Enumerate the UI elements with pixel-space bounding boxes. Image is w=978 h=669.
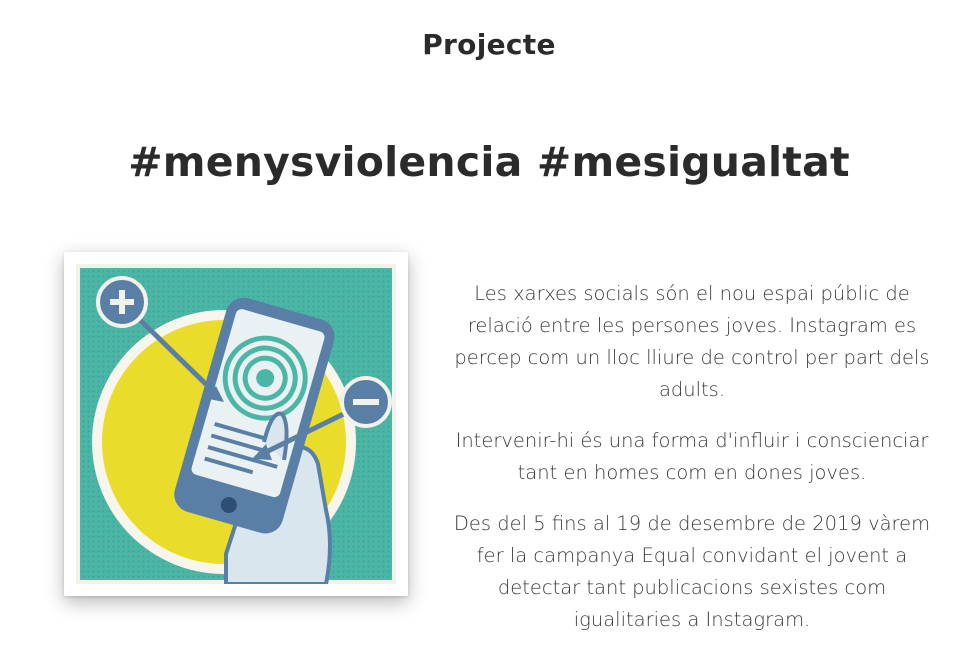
phone-illustration [76, 264, 396, 584]
campaign-illustration [64, 252, 408, 596]
section-title: Projecte [422, 28, 556, 61]
plus-circle-icon [96, 276, 148, 328]
campaign-description: Les xarxes socials són el nou espai públ… [444, 278, 940, 655]
minus-circle-icon [340, 376, 392, 428]
page-headline: #menysviolencia #mesigualtat [128, 138, 850, 186]
description-paragraph-2: Intervenir-hi és una forma d'influir i c… [455, 429, 929, 484]
description-paragraph-3: Des del 5 fins al 19 de desembre de 2019… [453, 512, 931, 631]
description-paragraph-1: Les xarxes socials són el nou espai públ… [454, 282, 930, 401]
